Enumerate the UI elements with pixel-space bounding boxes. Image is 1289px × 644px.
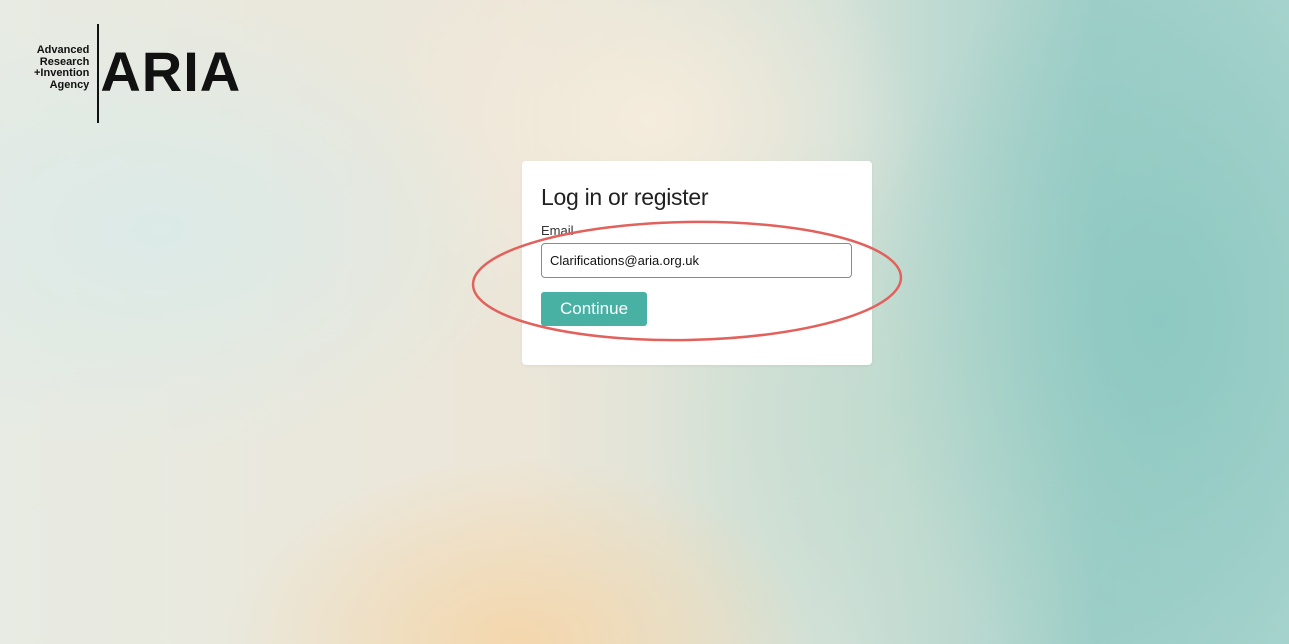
logo-divider <box>97 24 100 123</box>
logo-subtitle-line: Advanced <box>36 44 90 56</box>
login-page: Advanced Research +Invention Agency ARIA… <box>0 0 1289 644</box>
email-label: Email <box>541 223 574 238</box>
logo-subtitle-line: +Invention <box>34 67 90 79</box>
logo-subtitle: Advanced Research +Invention Agency <box>34 44 97 91</box>
continue-button[interactable]: Continue <box>541 292 648 326</box>
login-title: Log in or register <box>541 184 709 210</box>
aria-logo[interactable]: Advanced Research +Invention Agency ARIA <box>34 24 241 124</box>
login-card: Log in or register Email Continue <box>522 161 872 365</box>
logo-wordmark: ARIA <box>100 40 242 103</box>
email-input[interactable] <box>541 243 852 278</box>
logo-subtitle-line: Agency <box>49 78 90 91</box>
